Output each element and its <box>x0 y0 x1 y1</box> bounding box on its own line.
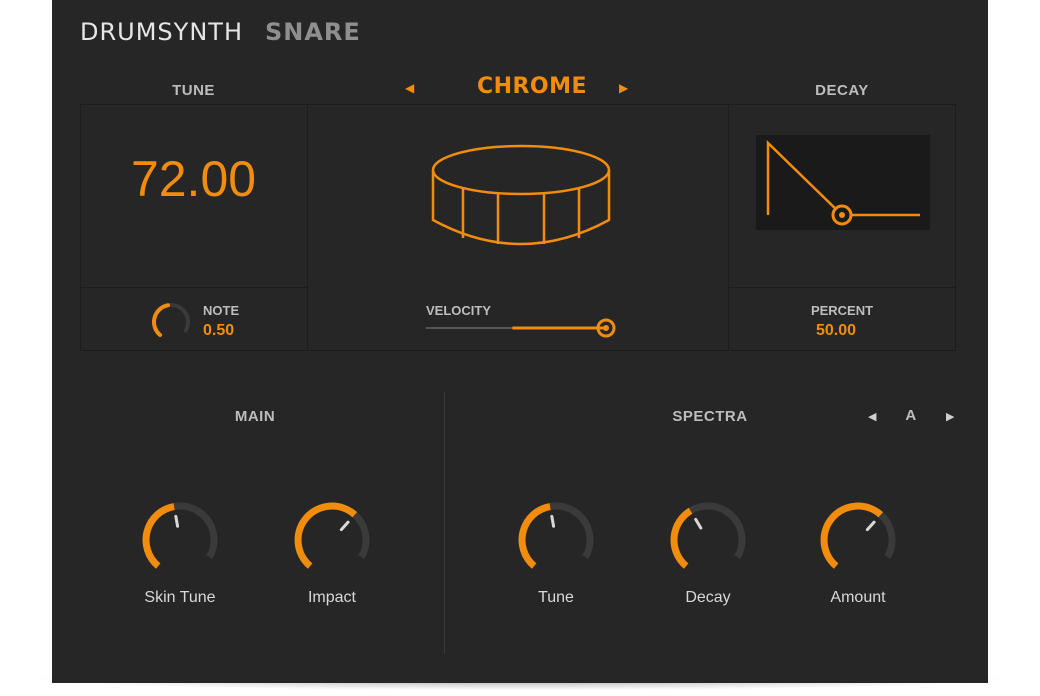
spectra-tune-label: Tune <box>538 589 574 606</box>
spectra-decay-label: Decay <box>685 589 731 606</box>
section-divider <box>444 392 445 654</box>
triangle-right-icon: ▶ <box>619 81 629 95</box>
tune-section-divider <box>80 287 307 288</box>
triangle-right-icon: ▶ <box>946 411 955 423</box>
spectra-prev-button[interactable]: ◀ <box>868 410 876 423</box>
decay-envelope-graph[interactable] <box>756 135 930 230</box>
triangle-left-icon: ◀ <box>405 81 415 95</box>
brand-title: DRUMSYNTH SNARE <box>80 18 361 46</box>
note-label: NOTE <box>203 303 240 318</box>
spectra-tune-knob[interactable] <box>516 500 596 580</box>
spectra-selection: A <box>905 407 917 424</box>
spectra-section-title: SPECTRA <box>672 408 748 425</box>
snare-drum-icon <box>431 144 611 246</box>
instrument-name: SNARE <box>264 18 361 46</box>
skin-tune-knob[interactable] <box>140 500 220 580</box>
preset-name: CHROME <box>476 74 588 99</box>
percent-value: 50.00 <box>816 322 857 339</box>
impact-label: Impact <box>307 589 356 606</box>
velocity-slider[interactable] <box>426 317 626 341</box>
triangle-left-icon: ◀ <box>868 411 877 423</box>
note-value: 0.50 <box>203 322 235 339</box>
decay-section-divider <box>728 287 956 288</box>
velocity-label: VELOCITY <box>426 303 492 318</box>
spectra-next-button[interactable]: ▶ <box>946 410 954 423</box>
preset-prev-button[interactable]: ◀ <box>405 81 414 95</box>
spectra-decay-knob[interactable] <box>668 500 748 580</box>
brand-name: DRUMSYNTH <box>80 18 243 46</box>
panel-divider-left <box>307 104 308 351</box>
drumsynth-plugin-window: DRUMSYNTH SNARE TUNE 72.00 NOTE 0.50 ◀ CH… <box>52 0 988 683</box>
amount-knob[interactable] <box>818 500 898 580</box>
preset-next-button[interactable]: ▶ <box>619 81 628 95</box>
decay-label: DECAY <box>815 82 869 99</box>
main-section-title: MAIN <box>234 408 276 425</box>
tune-label: TUNE <box>172 82 215 99</box>
tune-value-display[interactable]: 72.00 <box>80 150 307 208</box>
amount-label: Amount <box>830 589 886 606</box>
note-knob[interactable] <box>150 301 192 343</box>
impact-knob[interactable] <box>292 500 372 580</box>
percent-label: PERCENT <box>810 303 874 318</box>
skin-tune-label: Skin Tune <box>144 589 216 606</box>
